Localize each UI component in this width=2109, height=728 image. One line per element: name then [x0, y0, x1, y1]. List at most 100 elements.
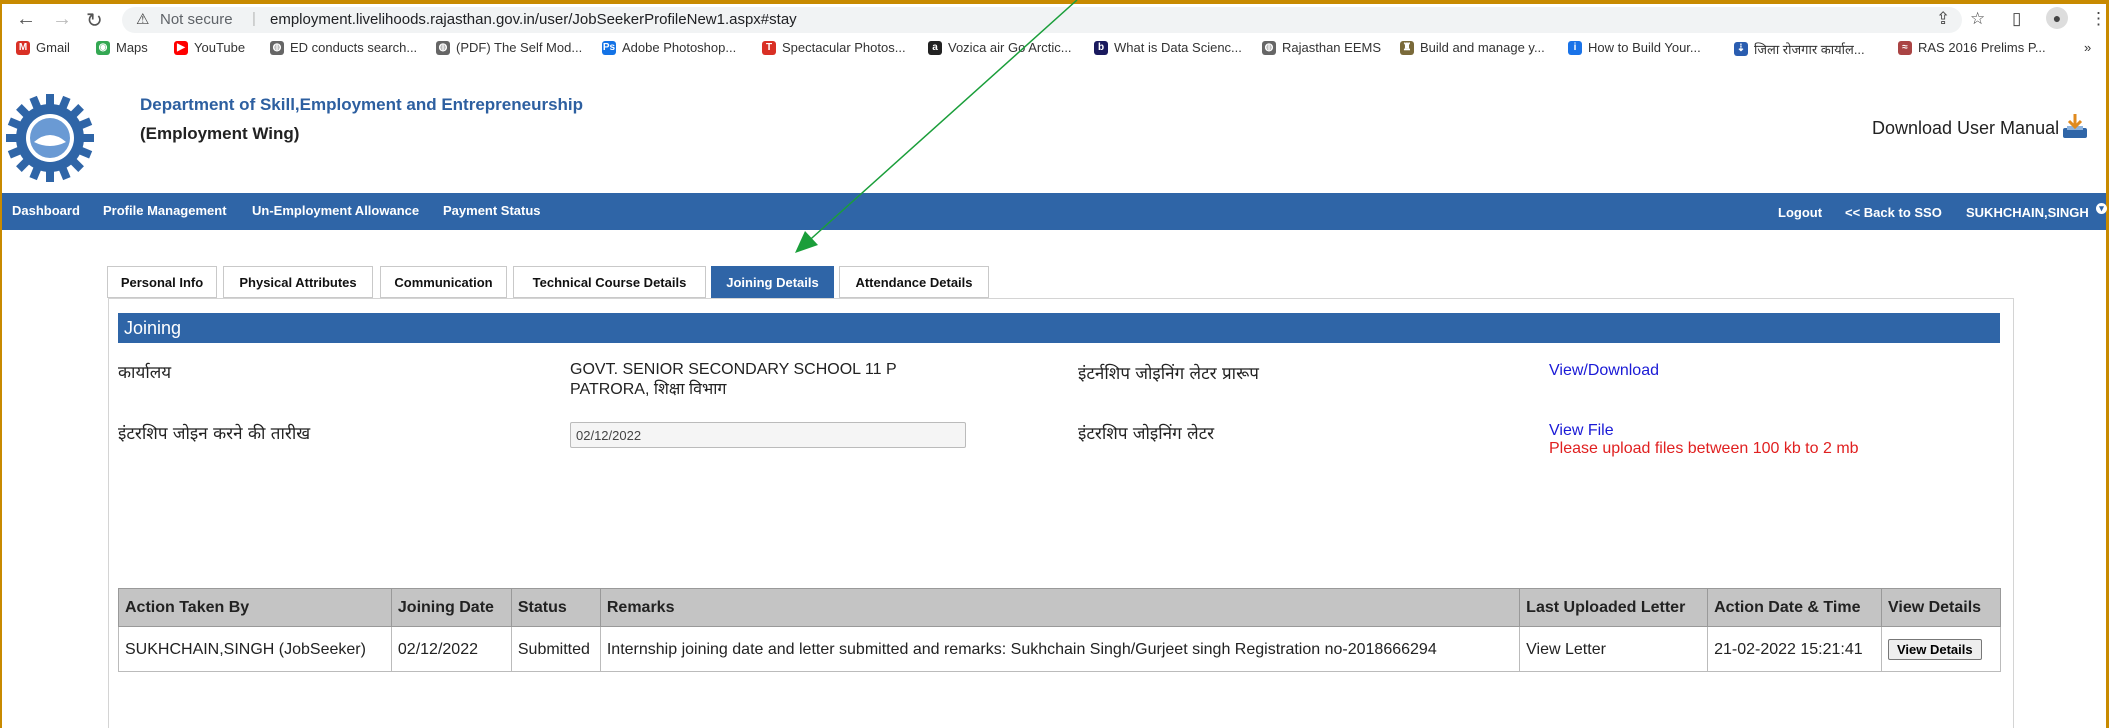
view-file-link[interactable]: View File — [1549, 422, 1614, 440]
forward-arrow-icon[interactable]: → — [52, 8, 72, 31]
office-value-line1: GOVT. SENIOR SECONDARY SCHOOL 11 P — [570, 361, 897, 378]
t-icon: T — [762, 40, 776, 55]
menu-dots-icon[interactable]: ⋮ — [2090, 9, 2107, 29]
main-navigation: Dashboard Profile Management Un-Employme… — [2, 193, 2107, 230]
letter-format-label: इंटर्नशिप जोइनिंग लेटर प्रारूप — [1078, 364, 1259, 384]
address-bar[interactable]: ⚠ Not secure | employment.livelihoods.ra… — [122, 7, 1962, 33]
chevron-down-icon[interactable]: ▾ — [2096, 203, 2107, 214]
reload-icon[interactable]: ↻ — [86, 8, 103, 33]
side-panel-icon[interactable]: ▯ — [2012, 9, 2021, 29]
adobe-icon: Ps — [602, 40, 616, 55]
bookmark-item[interactable]: Ps Adobe Photoshop... — [602, 40, 736, 55]
bookmark-label: (PDF) The Self Mod... — [456, 40, 583, 55]
tab-attendance-details[interactable]: Attendance Details — [839, 266, 989, 298]
youtube-icon: ▶ — [174, 40, 188, 55]
header-last-uploaded-letter: Last Uploaded Letter — [1519, 588, 1709, 627]
department-title: Department of Skill,Employment and Entre… — [140, 95, 584, 114]
back-arrow-icon[interactable]: ← — [16, 8, 36, 31]
cell-action-date-time: 21-02-2022 15:21:41 — [1707, 626, 1882, 672]
joining-section-header: Joining — [118, 313, 2000, 343]
tab-joining-details[interactable]: Joining Details — [711, 266, 834, 298]
bookmark-item[interactable]: ▶ YouTube — [174, 40, 245, 55]
bookmark-item[interactable]: ◉ Maps — [96, 40, 148, 55]
table-header-row: Action Taken By Joining Date Status Rema… — [118, 588, 2002, 627]
download-user-manual-link[interactable]: Download User Manual — [1872, 118, 2059, 139]
department-subtitle: (Employment Wing) — [140, 124, 300, 143]
star-icon[interactable]: ☆ — [1970, 9, 1985, 29]
header-action-taken-by: Action Taken By — [118, 588, 392, 627]
bookmark-item[interactable]: ≈ RAS 2016 Prelims P... — [1898, 40, 2046, 55]
tab-technical-course-details[interactable]: Technical Course Details — [513, 266, 706, 298]
bookmark-label: RAS 2016 Prelims P... — [1918, 40, 2046, 55]
warning-icon: ⚠ — [136, 11, 150, 28]
bookmark-item[interactable]: b What is Data Scienc... — [1094, 40, 1242, 55]
nav-profile-management[interactable]: Profile Management — [103, 203, 227, 218]
nav-payment-status[interactable]: Payment Status — [443, 203, 541, 218]
header-remarks: Remarks — [599, 588, 1521, 627]
user-menu[interactable]: SUKHCHAIN,SINGH — [1966, 205, 2089, 220]
bookmark-item[interactable]: i How to Build Your... — [1568, 40, 1701, 55]
download-icon: ⇣ — [1734, 42, 1748, 56]
nav-dashboard[interactable]: Dashboard — [12, 203, 80, 218]
back-to-sso-link[interactable]: << Back to SSO — [1845, 205, 1942, 220]
bookmark-label: What is Data Scienc... — [1114, 40, 1242, 55]
url-text[interactable]: employment.livelihoods.rajasthan.gov.in/… — [270, 7, 797, 33]
maps-icon: ◉ — [96, 40, 110, 55]
bookmarks-overflow-icon[interactable]: » — [2084, 40, 2091, 55]
download-tray-icon[interactable] — [2061, 112, 2089, 140]
not-secure-label: Not secure — [160, 11, 233, 28]
bookmark-label: Adobe Photoshop... — [622, 40, 737, 55]
globe-icon: ◍ — [436, 40, 450, 55]
cell-joining-date: 02/12/2022 — [390, 626, 512, 672]
bookmark-item[interactable]: M Gmail — [16, 40, 70, 55]
header-status: Status — [510, 588, 601, 627]
tab-communication[interactable]: Communication — [380, 266, 507, 298]
department-logo — [6, 94, 94, 182]
logout-link[interactable]: Logout — [1778, 205, 1822, 220]
bookmark-label: Build and manage y... — [1420, 40, 1545, 55]
share-icon[interactable]: ⇪ — [1936, 9, 1950, 29]
bookmark-item[interactable]: a Vozica air Go Arctic... — [928, 40, 1072, 55]
globe-icon: ◍ — [1262, 40, 1276, 55]
bookmark-item[interactable]: ⇣ जिला रोजगार कार्याल... — [1734, 40, 1865, 58]
view-details-button[interactable]: View Details — [1887, 638, 1982, 660]
table-row: SUKHCHAIN,SINGH (JobSeeker) 02/12/2022 S… — [118, 626, 2002, 672]
bookmark-item[interactable]: ◍ (PDF) The Self Mod... — [436, 40, 582, 55]
profile-avatar-icon[interactable]: ● — [2046, 7, 2068, 29]
upload-size-note: Please upload files between 100 kb to 2 … — [1549, 440, 1859, 457]
bookmark-item[interactable]: ◍ Rajasthan EEMS — [1262, 40, 1381, 55]
join-date-label: इंटरशिप जोइन करने की तारीख — [118, 424, 311, 444]
join-date-input[interactable] — [570, 422, 966, 448]
tab-physical-attributes[interactable]: Physical Attributes — [223, 266, 373, 298]
web-icon: ≈ — [1898, 40, 1912, 55]
bookmark-label: जिला रोजगार कार्याल... — [1754, 42, 1865, 57]
globe-icon: ◍ — [270, 40, 284, 55]
gmail-icon: M — [16, 40, 30, 55]
amazon-icon: a — [928, 40, 942, 55]
view-letter-link[interactable]: View Letter — [1519, 626, 1709, 672]
header-action-date-time: Action Date & Time — [1707, 588, 1882, 627]
bookmark-label: How to Build Your... — [1588, 40, 1701, 55]
bookmarks-bar: M Gmail ◉ Maps ▶ YouTube ◍ ED conducts search..… — [16, 37, 2106, 63]
bookmark-label: Maps — [116, 40, 148, 55]
emblem-icon: ♜ — [1400, 40, 1414, 55]
bookmark-label: YouTube — [194, 40, 246, 55]
info-icon: i — [1568, 40, 1582, 55]
window-left-border — [0, 0, 2, 728]
cell-view-details: View Details — [1880, 626, 2002, 672]
bookmark-label: Rajasthan EEMS — [1282, 40, 1381, 55]
view-download-link[interactable]: View/Download — [1549, 362, 1659, 380]
cell-action-taken-by: SUKHCHAIN,SINGH (JobSeeker) — [118, 626, 392, 672]
bookmark-item[interactable]: ◍ ED conducts search... — [270, 40, 417, 55]
office-label: कार्यालय — [118, 363, 172, 383]
b-icon: b — [1094, 40, 1108, 55]
header-joining-date: Joining Date — [390, 588, 512, 627]
nav-unemployment-allowance[interactable]: Un-Employment Allowance — [252, 203, 419, 218]
office-value-line2: PATRORA, शिक्षा विभाग — [570, 381, 727, 398]
header-view-details: View Details — [1880, 588, 2002, 627]
bookmark-item[interactable]: T Spectacular Photos... — [762, 40, 906, 55]
bookmark-label: Gmail — [36, 40, 70, 55]
tab-personal-info[interactable]: Personal Info — [107, 266, 217, 298]
joining-letter-label: इंटरशिप जोइनिंग लेटर — [1078, 424, 1215, 444]
bookmark-item[interactable]: ♜ Build and manage y... — [1400, 40, 1545, 55]
